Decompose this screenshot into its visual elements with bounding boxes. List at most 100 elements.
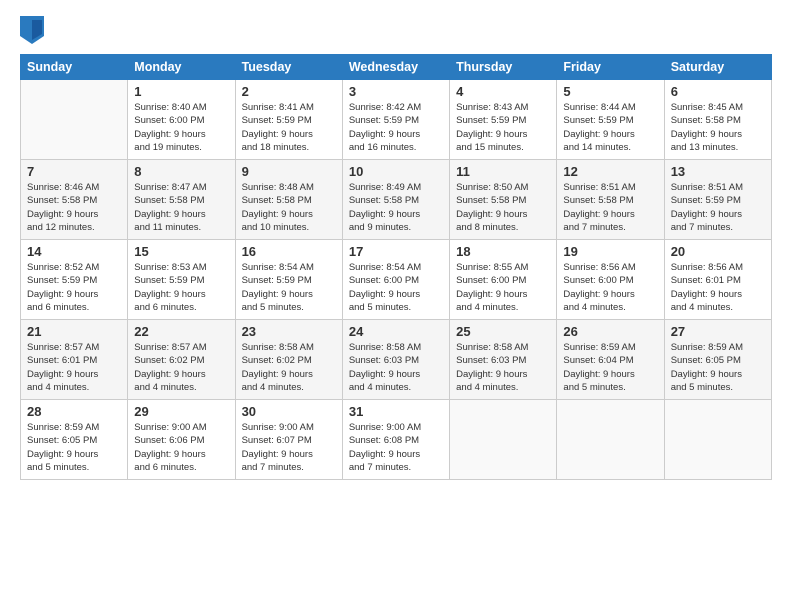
day-number: 29 [134,404,228,419]
week-row-1: 7 Sunrise: 8:46 AM Sunset: 5:58 PM Daylig… [21,160,772,240]
day-info: Sunrise: 8:57 AM Sunset: 6:01 PM Dayligh… [27,341,121,394]
week-row-0: 1 Sunrise: 8:40 AM Sunset: 6:00 PM Daylig… [21,80,772,160]
calendar-cell: 22 Sunrise: 8:57 AM Sunset: 6:02 PM Dayli… [128,320,235,400]
day-number: 12 [563,164,657,179]
day-info: Sunrise: 8:56 AM Sunset: 6:00 PM Dayligh… [563,261,657,314]
week-row-2: 14 Sunrise: 8:52 AM Sunset: 5:59 PM Dayli… [21,240,772,320]
day-number: 11 [456,164,550,179]
calendar-cell: 11 Sunrise: 8:50 AM Sunset: 5:58 PM Dayli… [450,160,557,240]
day-info: Sunrise: 8:41 AM Sunset: 5:59 PM Dayligh… [242,101,336,154]
day-header-monday: Monday [128,55,235,80]
day-info: Sunrise: 8:59 AM Sunset: 6:04 PM Dayligh… [563,341,657,394]
calendar-cell: 12 Sunrise: 8:51 AM Sunset: 5:58 PM Dayli… [557,160,664,240]
day-info: Sunrise: 8:51 AM Sunset: 5:58 PM Dayligh… [563,181,657,234]
calendar-cell: 1 Sunrise: 8:40 AM Sunset: 6:00 PM Daylig… [128,80,235,160]
calendar-cell [450,400,557,480]
day-number: 31 [349,404,443,419]
week-row-4: 28 Sunrise: 8:59 AM Sunset: 6:05 PM Dayli… [21,400,772,480]
day-info: Sunrise: 8:54 AM Sunset: 6:00 PM Dayligh… [349,261,443,314]
day-info: Sunrise: 8:45 AM Sunset: 5:58 PM Dayligh… [671,101,765,154]
day-info: Sunrise: 8:58 AM Sunset: 6:03 PM Dayligh… [349,341,443,394]
calendar-cell: 14 Sunrise: 8:52 AM Sunset: 5:59 PM Dayli… [21,240,128,320]
page: SundayMondayTuesdayWednesdayThursdayFrid… [0,0,792,612]
calendar-cell: 13 Sunrise: 8:51 AM Sunset: 5:59 PM Dayli… [664,160,771,240]
calendar-cell: 20 Sunrise: 8:56 AM Sunset: 6:01 PM Dayli… [664,240,771,320]
day-number: 14 [27,244,121,259]
day-info: Sunrise: 8:46 AM Sunset: 5:58 PM Dayligh… [27,181,121,234]
calendar-cell: 31 Sunrise: 9:00 AM Sunset: 6:08 PM Dayli… [342,400,449,480]
day-info: Sunrise: 8:44 AM Sunset: 5:59 PM Dayligh… [563,101,657,154]
day-number: 20 [671,244,765,259]
calendar-cell: 5 Sunrise: 8:44 AM Sunset: 5:59 PM Daylig… [557,80,664,160]
day-number: 8 [134,164,228,179]
calendar-cell [21,80,128,160]
calendar-cell: 27 Sunrise: 8:59 AM Sunset: 6:05 PM Dayli… [664,320,771,400]
day-number: 10 [349,164,443,179]
day-number: 26 [563,324,657,339]
day-info: Sunrise: 9:00 AM Sunset: 6:08 PM Dayligh… [349,421,443,474]
day-info: Sunrise: 8:51 AM Sunset: 5:59 PM Dayligh… [671,181,765,234]
calendar: SundayMondayTuesdayWednesdayThursdayFrid… [20,54,772,480]
day-header-sunday: Sunday [21,55,128,80]
day-header-friday: Friday [557,55,664,80]
day-number: 6 [671,84,765,99]
day-number: 13 [671,164,765,179]
calendar-cell: 10 Sunrise: 8:49 AM Sunset: 5:58 PM Dayli… [342,160,449,240]
day-number: 4 [456,84,550,99]
calendar-cell [664,400,771,480]
day-number: 1 [134,84,228,99]
day-number: 3 [349,84,443,99]
day-header-saturday: Saturday [664,55,771,80]
logo [20,16,46,44]
day-info: Sunrise: 8:47 AM Sunset: 5:58 PM Dayligh… [134,181,228,234]
day-info: Sunrise: 8:57 AM Sunset: 6:02 PM Dayligh… [134,341,228,394]
calendar-cell: 28 Sunrise: 8:59 AM Sunset: 6:05 PM Dayli… [21,400,128,480]
day-info: Sunrise: 8:43 AM Sunset: 5:59 PM Dayligh… [456,101,550,154]
calendar-cell: 16Sunrise: 8:54 AM Sunset: 5:59 PM Dayli… [235,240,342,320]
logo-icon [20,16,44,44]
day-number: 21 [27,324,121,339]
calendar-cell: 18 Sunrise: 8:55 AM Sunset: 6:00 PM Dayli… [450,240,557,320]
day-number: 18 [456,244,550,259]
calendar-cell: 3 Sunrise: 8:42 AM Sunset: 5:59 PM Daylig… [342,80,449,160]
day-number: 19 [563,244,657,259]
day-info: Sunrise: 8:52 AM Sunset: 5:59 PM Dayligh… [27,261,121,314]
calendar-cell: 4 Sunrise: 8:43 AM Sunset: 5:59 PM Daylig… [450,80,557,160]
day-info: Sunrise: 8:42 AM Sunset: 5:59 PM Dayligh… [349,101,443,154]
day-info: Sunrise: 8:50 AM Sunset: 5:58 PM Dayligh… [456,181,550,234]
calendar-cell: 24 Sunrise: 8:58 AM Sunset: 6:03 PM Dayli… [342,320,449,400]
week-row-3: 21 Sunrise: 8:57 AM Sunset: 6:01 PM Dayli… [21,320,772,400]
calendar-cell: 15Sunrise: 8:53 AM Sunset: 5:59 PM Dayli… [128,240,235,320]
day-info: Sunrise: 8:55 AM Sunset: 6:00 PM Dayligh… [456,261,550,314]
day-number: 25 [456,324,550,339]
day-number: 27 [671,324,765,339]
day-number: 17 [349,244,443,259]
day-number: 7 [27,164,121,179]
day-info: Sunrise: 8:59 AM Sunset: 6:05 PM Dayligh… [27,421,121,474]
day-info: Sunrise: 8:59 AM Sunset: 6:05 PM Dayligh… [671,341,765,394]
day-header-tuesday: Tuesday [235,55,342,80]
calendar-cell: 7 Sunrise: 8:46 AM Sunset: 5:58 PM Daylig… [21,160,128,240]
header [20,16,772,44]
day-number: 16 [242,244,336,259]
calendar-cell: 29 Sunrise: 9:00 AM Sunset: 6:06 PM Dayli… [128,400,235,480]
day-number: 22 [134,324,228,339]
day-number: 23 [242,324,336,339]
day-info: Sunrise: 8:53 AM Sunset: 5:59 PM Dayligh… [134,261,228,314]
calendar-cell: 6 Sunrise: 8:45 AM Sunset: 5:58 PM Daylig… [664,80,771,160]
day-number: 30 [242,404,336,419]
day-number: 9 [242,164,336,179]
calendar-cell: 8 Sunrise: 8:47 AM Sunset: 5:58 PM Daylig… [128,160,235,240]
day-number: 28 [27,404,121,419]
day-info: Sunrise: 8:48 AM Sunset: 5:58 PM Dayligh… [242,181,336,234]
calendar-cell: 19 Sunrise: 8:56 AM Sunset: 6:00 PM Dayli… [557,240,664,320]
day-info: Sunrise: 9:00 AM Sunset: 6:06 PM Dayligh… [134,421,228,474]
day-info: Sunrise: 8:40 AM Sunset: 6:00 PM Dayligh… [134,101,228,154]
day-info: Sunrise: 8:49 AM Sunset: 5:58 PM Dayligh… [349,181,443,234]
day-header-thursday: Thursday [450,55,557,80]
day-number: 2 [242,84,336,99]
day-info: Sunrise: 8:56 AM Sunset: 6:01 PM Dayligh… [671,261,765,314]
day-number: 24 [349,324,443,339]
day-number: 5 [563,84,657,99]
calendar-cell: 9 Sunrise: 8:48 AM Sunset: 5:58 PM Daylig… [235,160,342,240]
